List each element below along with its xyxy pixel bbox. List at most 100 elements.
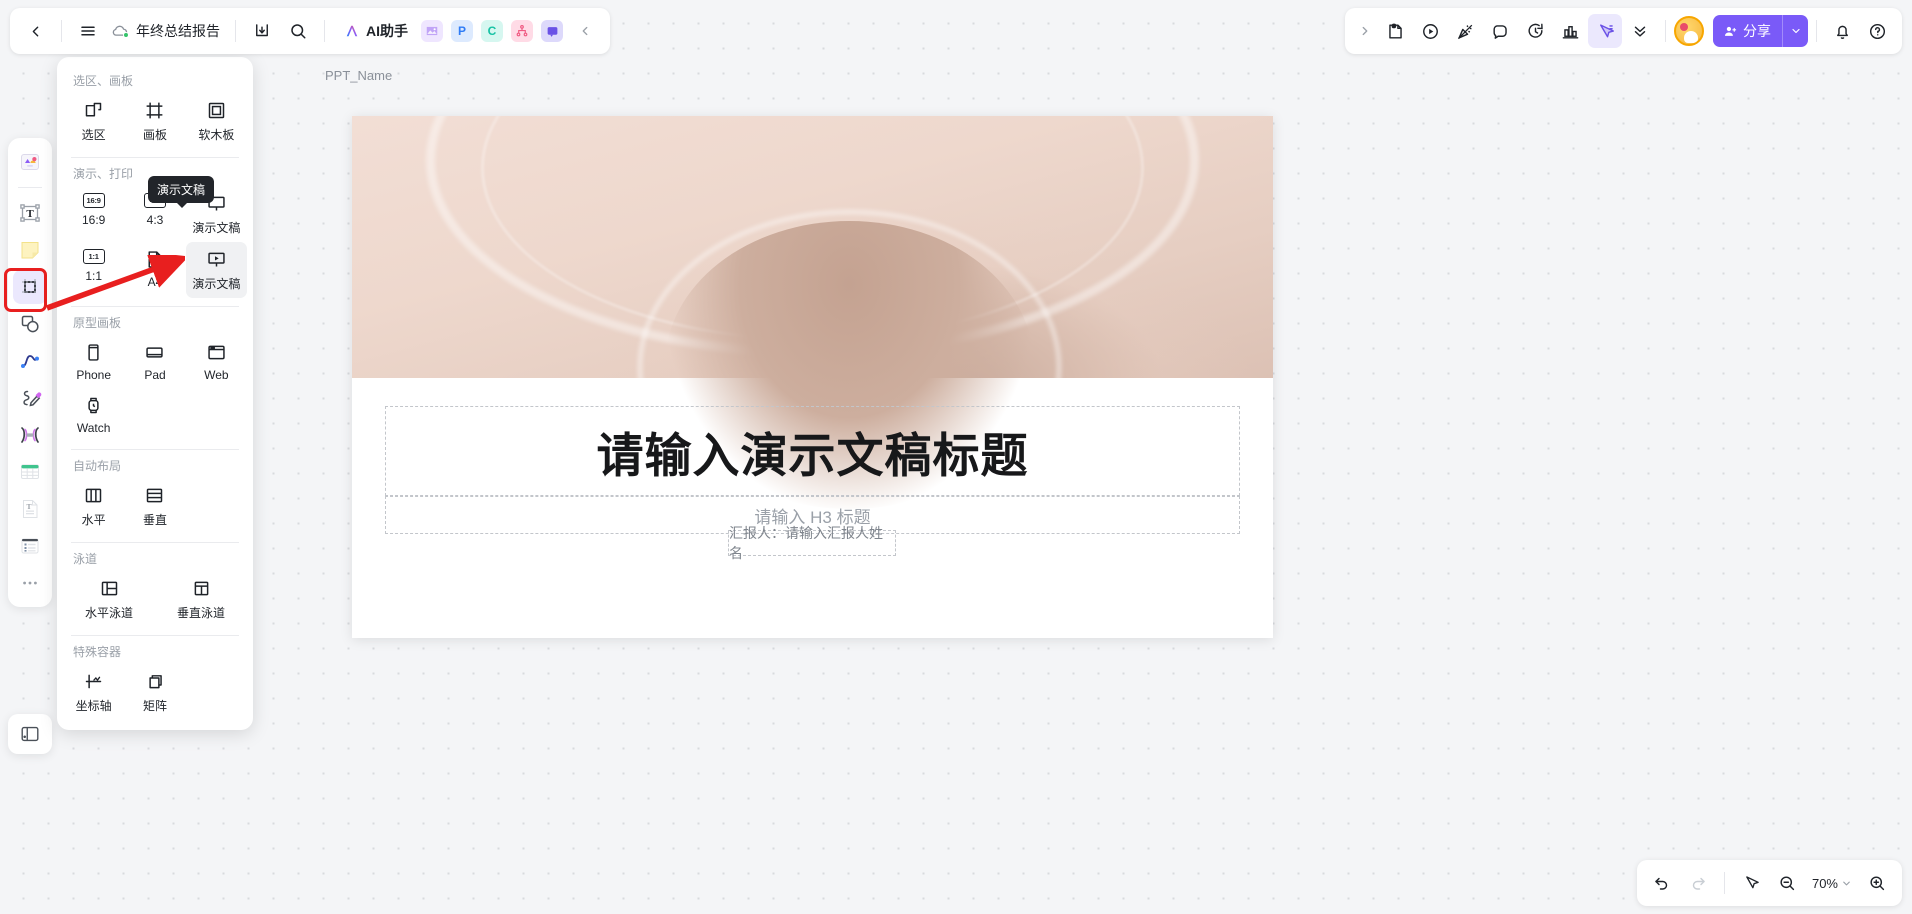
flyout-item-presentation[interactable]: 演示文稿: [185, 242, 247, 298]
document-title[interactable]: 年终总结报告: [107, 21, 226, 41]
artboard-icon: [144, 100, 165, 121]
flyout-item-label: Phone: [76, 368, 112, 382]
flow-applet-button[interactable]: C: [481, 20, 503, 42]
sidebar-item-more[interactable]: [13, 566, 47, 600]
sidebar-item-relation[interactable]: [13, 418, 47, 452]
flyout-item-label: 1:1: [85, 269, 102, 283]
share-button-main[interactable]: 分享: [1713, 15, 1782, 47]
ratio-16-9-icon: 16:9: [82, 193, 105, 208]
flyout-item-axis[interactable]: 坐标轴: [63, 664, 124, 720]
expand-toolbar-button[interactable]: [1353, 14, 1377, 48]
sidebar-item-text[interactable]: T: [13, 196, 47, 230]
divider: [235, 20, 236, 42]
double-chevron-down-icon[interactable]: [1623, 14, 1657, 48]
pointer-mode-button[interactable]: [1734, 866, 1768, 900]
back-button[interactable]: [18, 14, 52, 48]
watch-icon: [83, 395, 104, 416]
divider: [71, 542, 239, 543]
top-toolbar-right: 分享: [1345, 8, 1902, 54]
flyout-item-corkboard[interactable]: 软木板: [186, 93, 247, 149]
undo-button[interactable]: [1645, 866, 1679, 900]
divider: [18, 187, 42, 188]
slide-reporter-field[interactable]: 汇报人：请输入汇报人姓名: [728, 525, 896, 561]
flyout-item-vertical-swimlane[interactable]: 垂直泳道: [155, 571, 247, 627]
image-applet-button[interactable]: [421, 20, 443, 42]
slide-reporter-text: 汇报人：请输入汇报人姓名: [729, 525, 883, 561]
play-circle-icon[interactable]: [1413, 14, 1447, 48]
presentation-slide[interactable]: 请输入演示文稿标题 请输入 H3 标题 汇报人：请输入汇报人姓名: [352, 116, 1273, 638]
share-button-label: 分享: [1743, 23, 1771, 39]
presentation-tooltip: 演示文稿: [148, 176, 215, 208]
flyout-item-vertical-layout[interactable]: 垂直: [124, 478, 185, 534]
zoom-out-button[interactable]: [1770, 866, 1804, 900]
cursor-pointer-icon[interactable]: [1588, 14, 1622, 48]
flyout-item-label: 垂直: [142, 513, 167, 527]
sidebar-item-table[interactable]: [13, 455, 47, 489]
flyout-item-web[interactable]: Web: [186, 335, 247, 388]
prototype-applet-button[interactable]: P: [451, 20, 473, 42]
flyout-item-label: 垂直泳道: [176, 606, 225, 620]
flyout-group-title: 自动布局: [73, 459, 122, 473]
presentation-screen-icon: [206, 249, 227, 270]
celebrate-icon[interactable]: [1448, 14, 1482, 48]
flyout-item-matrix[interactable]: 矩阵: [124, 664, 185, 720]
axis-chart-icon: [83, 671, 104, 692]
share-button[interactable]: 分享: [1713, 15, 1808, 47]
slide-title-field[interactable]: 请输入演示文稿标题: [385, 406, 1240, 496]
search-button[interactable]: [281, 14, 315, 48]
flyout-item-label: 水平泳道: [84, 606, 133, 620]
divider: [324, 20, 325, 42]
flyout-item-ratio-16-9[interactable]: 16:9 16:9: [63, 186, 124, 242]
menu-button[interactable]: [71, 14, 105, 48]
share-dropdown-caret[interactable]: [1782, 15, 1808, 47]
flyout-group-autolayout: 水平 垂直: [57, 478, 253, 534]
collapse-applets-button[interactable]: [568, 14, 602, 48]
sidebar-item-connector[interactable]: [13, 344, 47, 378]
flyout-item-watch[interactable]: Watch: [63, 388, 124, 441]
zoom-in-button[interactable]: [1860, 866, 1894, 900]
sidebar-item-list[interactable]: [13, 529, 47, 563]
document-title-text: 年终总结报告: [136, 23, 220, 39]
flyout-item-selection[interactable]: 选区: [63, 93, 124, 149]
ai-assistant-button[interactable]: AI助手: [334, 15, 416, 47]
horizontal-swimlane-icon: [99, 578, 120, 599]
sidebar-item-sticky[interactable]: [13, 233, 47, 267]
vote-chart-icon[interactable]: [1553, 14, 1587, 48]
help-circle-icon[interactable]: [1860, 14, 1894, 48]
sidebar-item-frame[interactable]: [13, 270, 47, 304]
zoom-level-selector[interactable]: 70%: [1806, 868, 1858, 898]
bell-icon[interactable]: [1825, 14, 1859, 48]
sidebar-item-doc[interactable]: T: [13, 492, 47, 526]
svg-text:T: T: [26, 208, 34, 220]
flyout-group-title: 泳道: [73, 552, 98, 566]
sidebar-item-templates[interactable]: [13, 145, 47, 179]
flyout-group-title: 选区、画板: [73, 74, 134, 88]
export-button[interactable]: [245, 14, 279, 48]
flyout-item-a4[interactable]: A4: [124, 242, 185, 298]
redo-button[interactable]: [1681, 866, 1715, 900]
flyout-item-horizontal-swimlane[interactable]: 水平泳道: [63, 571, 155, 627]
flyout-item-phone[interactable]: Phone: [63, 335, 124, 388]
flyout-item-artboard[interactable]: 画板: [124, 93, 185, 149]
flyout-item-label: 演示文稿: [192, 277, 241, 291]
flyout-item-label: Watch: [76, 421, 111, 435]
flyout-item-ratio-1-1[interactable]: 1:1 1:1: [63, 242, 124, 298]
flyout-item-label: 软木板: [198, 128, 235, 142]
divider: [61, 20, 62, 42]
sidebar-item-shape[interactable]: [13, 307, 47, 341]
comment-applet-button[interactable]: [541, 20, 563, 42]
flyout-item-pad[interactable]: Pad: [124, 335, 185, 388]
slide-name-label: PPT_Name: [325, 68, 393, 83]
divider: [71, 449, 239, 450]
flyout-item-horizontal-layout[interactable]: 水平: [63, 478, 124, 534]
mindmap-applet-button[interactable]: [511, 20, 533, 42]
user-avatar[interactable]: [1674, 16, 1704, 46]
flyout-item-label: 16:9: [81, 213, 106, 227]
comment-bubble-icon[interactable]: [1483, 14, 1517, 48]
sidebar-item-layers[interactable]: [8, 714, 52, 754]
sidebar-item-pen[interactable]: [13, 381, 47, 415]
sticky-note-icon[interactable]: [1378, 14, 1412, 48]
cloud-sync-icon: [111, 22, 129, 40]
timer-icon[interactable]: [1518, 14, 1552, 48]
divider: [71, 157, 239, 158]
